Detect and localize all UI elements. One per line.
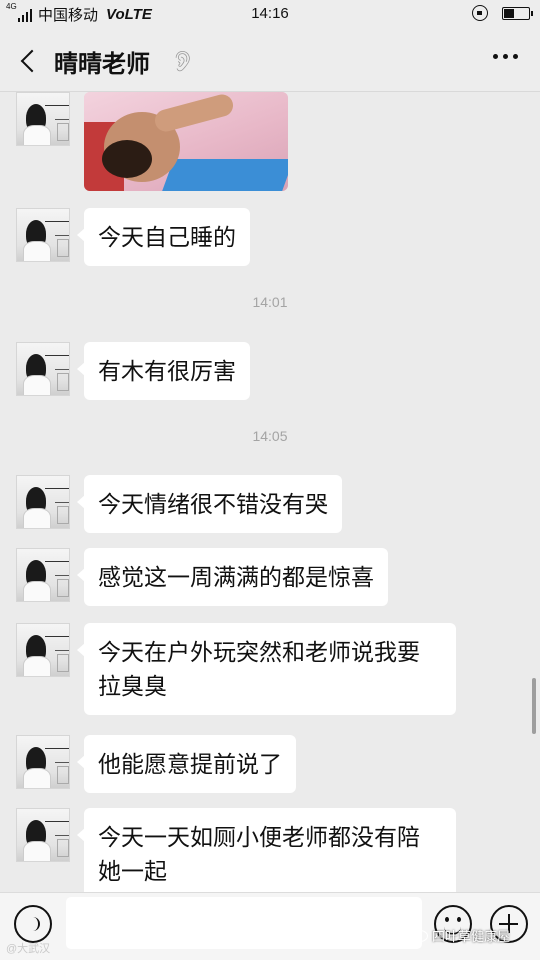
battery-icon bbox=[502, 6, 533, 20]
sender-avatar[interactable] bbox=[16, 735, 70, 789]
message-timestamp: 14:05 bbox=[252, 428, 288, 444]
watermark-right: 四叶草健康屋 bbox=[412, 926, 510, 945]
clock: 14:16 bbox=[251, 5, 289, 22]
chat-messages[interactable]: 今天自己睡的 14:01 有木有很厉害 14:05 今天情绪很不错没有哭 感觉这… bbox=[0, 92, 540, 892]
message-bubble[interactable]: 今天一天如厕小便老师都没有陪她一起 bbox=[77, 808, 456, 892]
chat-header: 晴晴老师 👂︎ bbox=[0, 30, 540, 92]
message-bubble[interactable]: 今天情绪很不错没有哭 bbox=[77, 475, 342, 533]
watermark-right-text: 四叶草健康屋 bbox=[432, 929, 511, 944]
sender-avatar[interactable] bbox=[16, 548, 70, 602]
message-bubble[interactable]: 今天自己睡的 bbox=[77, 208, 250, 266]
message-bubble[interactable]: 他能愿意提前说了 bbox=[77, 735, 296, 793]
message-bubble[interactable]: 有木有很厉害 bbox=[77, 342, 250, 400]
message-timestamp: 14:01 bbox=[252, 294, 288, 310]
status-right bbox=[472, 5, 533, 21]
sender-avatar[interactable] bbox=[16, 92, 70, 146]
earpiece-mode-icon: 👂︎ bbox=[170, 51, 196, 73]
sender-avatar[interactable] bbox=[16, 342, 70, 396]
sender-avatar[interactable] bbox=[16, 808, 70, 862]
photo-message[interactable] bbox=[84, 92, 288, 191]
wechat-logo-icon bbox=[412, 929, 428, 942]
sender-avatar[interactable] bbox=[16, 623, 70, 677]
message-bubble[interactable]: 今天在户外玩突然和老师说我要拉臭臭 bbox=[77, 623, 456, 715]
chat-title: 晴晴老师 bbox=[54, 51, 150, 78]
message-bubble[interactable]: 感觉这一周满满的都是惊喜 bbox=[77, 548, 388, 606]
sender-avatar[interactable] bbox=[16, 475, 70, 529]
sender-avatar[interactable] bbox=[16, 208, 70, 262]
scrollbar-thumb[interactable] bbox=[532, 678, 536, 734]
rotation-lock-icon bbox=[472, 5, 488, 21]
watermark-left: @大武汉 bbox=[6, 943, 51, 955]
status-bar: 4G 中国移动 VoLTE 14:16 bbox=[0, 0, 540, 30]
voice-input-button[interactable] bbox=[14, 905, 52, 943]
more-options-button[interactable] bbox=[493, 54, 518, 59]
message-input[interactable] bbox=[66, 897, 422, 949]
back-button[interactable] bbox=[14, 46, 44, 76]
